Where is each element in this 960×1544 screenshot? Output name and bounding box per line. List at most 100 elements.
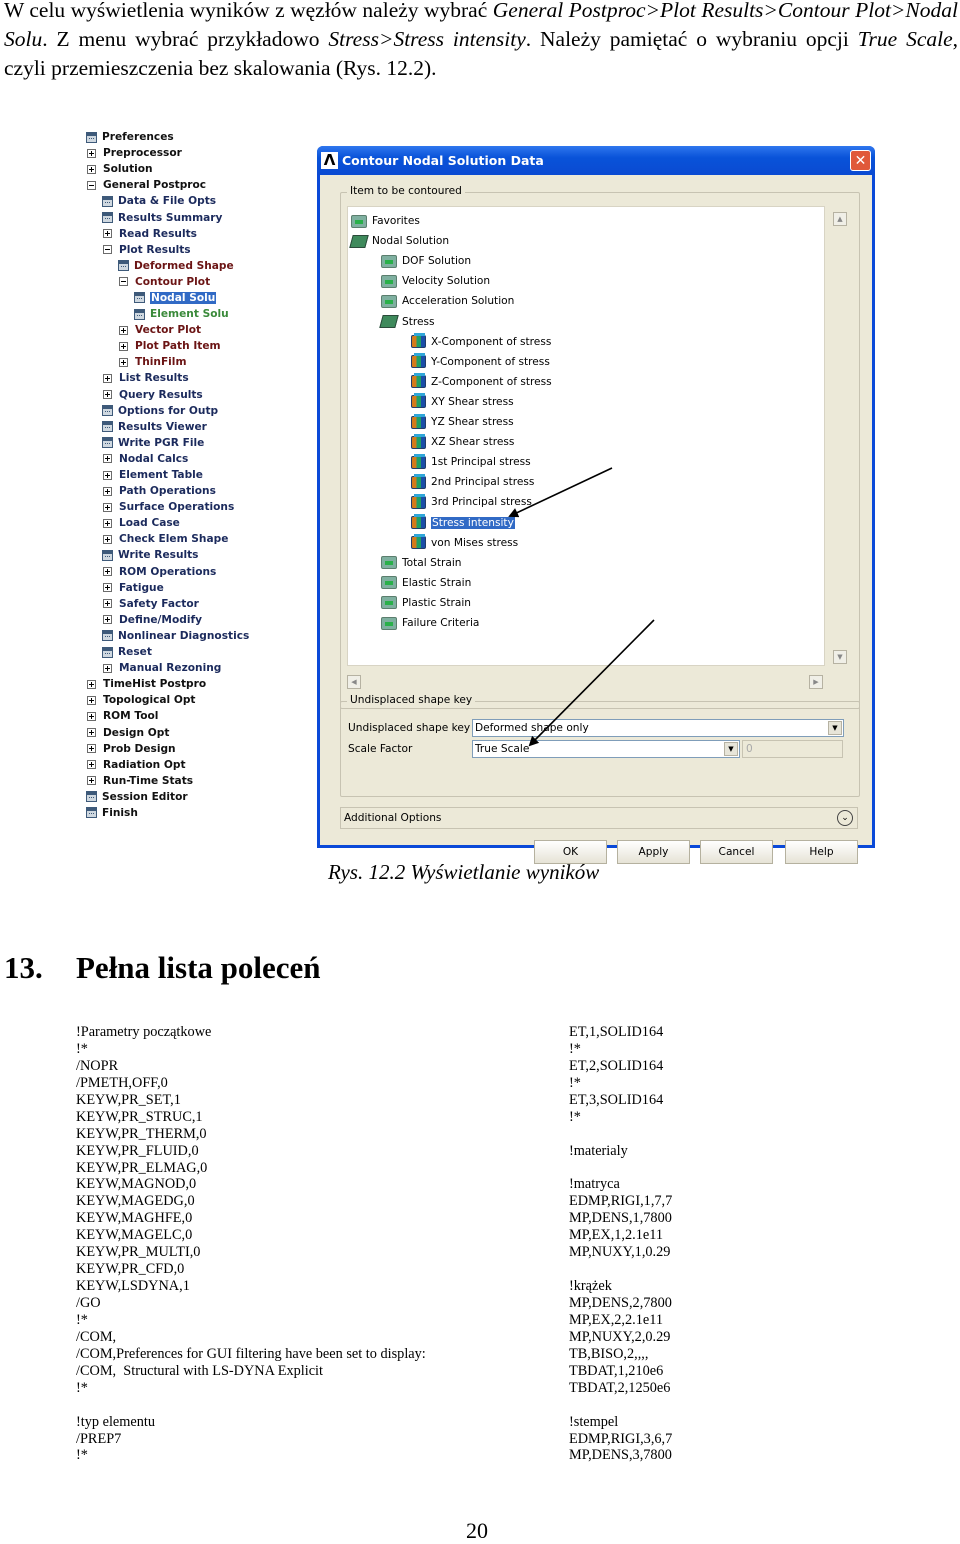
tree-item[interactable]: TimeHist Postpro	[86, 676, 316, 692]
collapse-minus-icon[interactable]	[119, 277, 128, 287]
result-list-item[interactable]: Acceleration Solution	[381, 293, 514, 309]
tree-item[interactable]: Reset	[86, 644, 316, 660]
tree-item[interactable]: ThinFilm	[86, 354, 316, 370]
dialog-titlebar[interactable]: Λ Contour Nodal Solution Data ✕	[317, 146, 875, 175]
result-list-item[interactable]: Z-Component of stress	[411, 373, 552, 390]
result-list-item[interactable]: Stress intensity	[411, 514, 515, 531]
expand-plus-icon[interactable]	[87, 776, 96, 786]
expand-plus-icon[interactable]	[119, 357, 128, 367]
help-button[interactable]: Help	[785, 840, 858, 864]
tree-item[interactable]: Topological Opt	[86, 692, 316, 708]
expand-plus-icon[interactable]	[119, 325, 128, 335]
result-item-tree[interactable]: Favorites Nodal Solution DOF Solution Veloc…	[347, 206, 825, 666]
result-list-item[interactable]: YZ Shear stress	[411, 413, 514, 430]
scale-factor-select[interactable]: True Scale ▼	[472, 740, 740, 758]
cancel-button[interactable]: Cancel	[700, 840, 773, 864]
tree-item[interactable]: Manual Rezoning	[86, 660, 316, 676]
result-list-item[interactable]: Y-Component of stress	[411, 353, 550, 370]
tree-item[interactable]: Nodal Calcs	[86, 451, 316, 467]
result-list-item[interactable]: Elastic Strain	[381, 575, 471, 591]
collapse-minus-icon[interactable]	[87, 180, 96, 190]
expand-plus-icon[interactable]	[103, 390, 112, 400]
expand-plus-icon[interactable]	[103, 518, 112, 528]
result-list-item[interactable]: 3rd Principal stress	[411, 493, 532, 510]
result-list-item[interactable]: X-Component of stress	[411, 333, 551, 350]
tree-item[interactable]: Define/Modify	[86, 612, 316, 628]
scroll-up-button[interactable]: ▲	[833, 212, 847, 226]
tree-item[interactable]: Results Viewer	[86, 419, 316, 435]
tree-item[interactable]: General Postproc	[86, 177, 316, 193]
tree-item[interactable]: Query Results	[86, 387, 316, 403]
tree-item[interactable]: Element Table	[86, 467, 316, 483]
tree-item[interactable]: List Results	[86, 370, 316, 386]
tree-item[interactable]: Results Summary	[86, 209, 316, 225]
tree-item[interactable]: Radiation Opt	[86, 757, 316, 773]
result-list-item[interactable]: Total Strain	[381, 555, 462, 571]
tree-item[interactable]: Session Editor	[86, 789, 316, 805]
tree-item[interactable]: Run-Time Stats	[86, 773, 316, 789]
tree-item[interactable]: Nonlinear Diagnostics	[86, 628, 316, 644]
expand-plus-icon[interactable]	[103, 583, 112, 593]
expand-double-chevron-icon[interactable]: ⌄	[837, 810, 853, 826]
tree-item[interactable]: Check Elem Shape	[86, 531, 316, 547]
tree-item[interactable]: Path Operations	[86, 483, 316, 499]
result-list-item[interactable]: Plastic Strain	[381, 595, 471, 611]
expand-plus-icon[interactable]	[103, 534, 112, 544]
tree-item[interactable]: Finish	[86, 805, 316, 821]
result-list-item[interactable]: DOF Solution	[381, 253, 471, 269]
undisplaced-shape-select[interactable]: Deformed shape only ▼	[472, 719, 844, 737]
result-list-item[interactable]: XY Shear stress	[411, 393, 514, 410]
expand-plus-icon[interactable]	[119, 341, 128, 351]
result-list-item[interactable]: Failure Criteria	[381, 615, 479, 631]
result-list-item[interactable]: Velocity Solution	[381, 273, 490, 289]
tree-item[interactable]: Nodal Solu	[86, 290, 316, 306]
close-button[interactable]: ✕	[850, 150, 871, 171]
tree-item[interactable]: Contour Plot	[86, 274, 316, 290]
tree-item[interactable]: Options for Outp	[86, 403, 316, 419]
expand-plus-icon[interactable]	[103, 599, 112, 609]
scroll-right-button[interactable]: ▶	[809, 675, 823, 689]
result-list-item[interactable]: Stress	[379, 314, 435, 330]
chevron-down-icon[interactable]: ▼	[828, 721, 842, 735]
expand-plus-icon[interactable]	[103, 229, 112, 239]
horizontal-scrollbar[interactable]: ◀ ▶	[347, 675, 823, 691]
expand-plus-icon[interactable]	[87, 679, 96, 689]
tree-item[interactable]: Surface Operations	[86, 499, 316, 515]
expand-plus-icon[interactable]	[87, 760, 96, 770]
expand-plus-icon[interactable]	[103, 454, 112, 464]
expand-plus-icon[interactable]	[103, 567, 112, 577]
expand-plus-icon[interactable]	[103, 502, 112, 512]
result-list-item[interactable]: Favorites	[351, 213, 420, 229]
tree-item[interactable]: ROM Operations	[86, 564, 316, 580]
expand-plus-icon[interactable]	[87, 728, 96, 738]
tree-item[interactable]: Data & File Opts	[86, 193, 316, 209]
expand-plus-icon[interactable]	[103, 470, 112, 480]
result-list-item[interactable]: 1st Principal stress	[411, 453, 531, 470]
tree-item[interactable]: Plot Path Item	[86, 338, 316, 354]
scale-factor-input[interactable]: 0	[742, 740, 843, 758]
tree-item[interactable]: Load Case	[86, 515, 316, 531]
scroll-left-button[interactable]: ◀	[347, 675, 361, 689]
tree-item[interactable]: Read Results	[86, 226, 316, 242]
tree-item[interactable]: Prob Design	[86, 741, 316, 757]
expand-plus-icon[interactable]	[87, 695, 96, 705]
expand-plus-icon[interactable]	[87, 148, 96, 158]
tree-item[interactable]: Design Opt	[86, 724, 316, 740]
expand-plus-icon[interactable]	[103, 486, 112, 496]
expand-plus-icon[interactable]	[103, 615, 112, 625]
additional-options-bar[interactable]: Additional Options ⌄	[340, 807, 858, 829]
tree-item[interactable]: Element Solu	[86, 306, 316, 322]
tree-item[interactable]: Preferences	[86, 129, 316, 145]
tree-item[interactable]: Plot Results	[86, 242, 316, 258]
tree-item[interactable]: Solution	[86, 161, 316, 177]
result-list-item[interactable]: XZ Shear stress	[411, 433, 514, 450]
chevron-down-icon[interactable]: ▼	[724, 742, 738, 756]
expand-plus-icon[interactable]	[87, 164, 96, 174]
result-list-item[interactable]: 2nd Principal stress	[411, 473, 534, 490]
result-list-item[interactable]: von Mises stress	[411, 534, 518, 551]
expand-plus-icon[interactable]	[87, 744, 96, 754]
expand-plus-icon[interactable]	[87, 711, 96, 721]
collapse-minus-icon[interactable]	[103, 245, 112, 255]
tree-item[interactable]: Deformed Shape	[86, 258, 316, 274]
tree-item[interactable]: Write Results	[86, 547, 316, 563]
